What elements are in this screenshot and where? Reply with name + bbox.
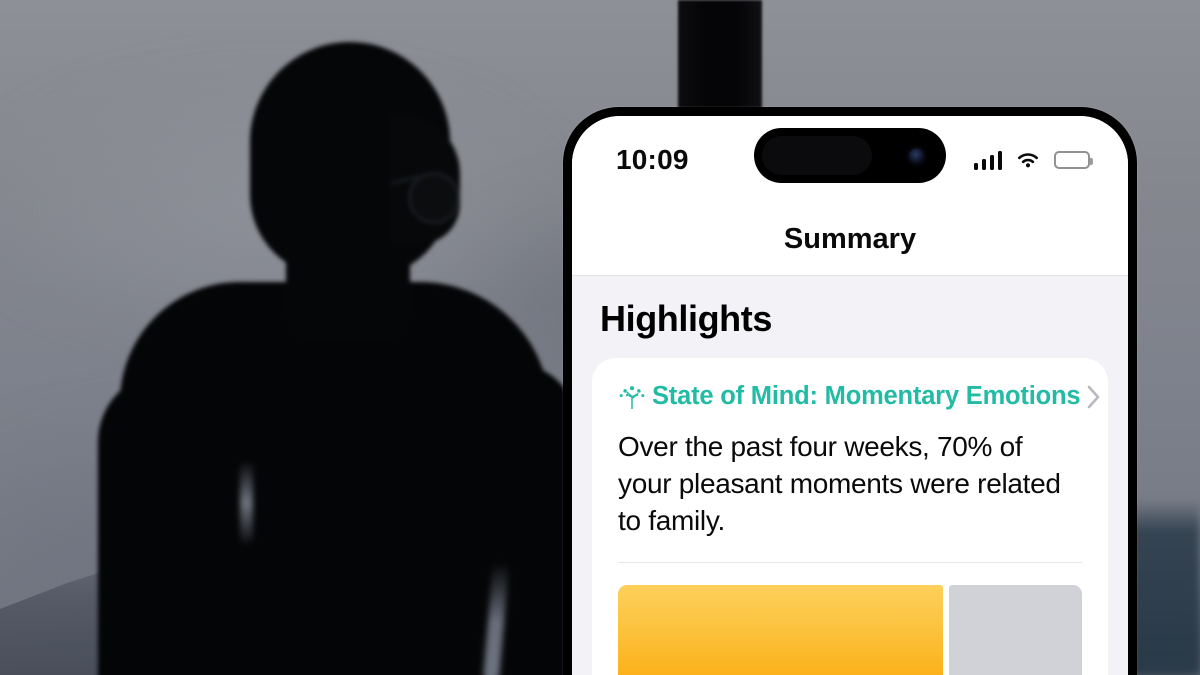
glasses-icon (408, 172, 460, 224)
iphone-frame: 10:09 Summary Highlights State of Mind: … (563, 107, 1137, 675)
silhouette-left-shoulder (98, 372, 248, 675)
chevron-right-icon[interactable] (1086, 383, 1102, 411)
dynamic-island[interactable] (754, 128, 946, 183)
front-camera-icon (909, 148, 924, 163)
status-bar-clock: 10:09 (616, 144, 689, 175)
highlight-card-state-of-mind[interactable]: State of Mind: Momentary Emotions Over t… (592, 358, 1108, 675)
highlight-card-body-text: Over the past four weeks, 70% of your pl… (618, 431, 1061, 536)
card-divider (618, 561, 1082, 563)
battery-full-icon (1054, 151, 1093, 169)
person-silhouette (90, 42, 580, 675)
summary-content: Highlights State of Mind: Momentary Emot… (572, 276, 1128, 675)
phone-screen: 10:09 Summary Highlights State of Mind: … (572, 116, 1128, 675)
state-of-mind-icon (619, 385, 645, 409)
section-title-highlights: Highlights (600, 298, 772, 339)
silhouette-left-arm-gap (240, 460, 253, 546)
nav-bar: Summary (572, 204, 1128, 276)
progress-bar-remaining-segment (948, 584, 1082, 675)
cellular-bars-icon (973, 150, 1002, 170)
dynamic-island-inner (762, 136, 872, 175)
wifi-icon (1018, 153, 1038, 168)
status-bar-indicators (973, 150, 1093, 170)
highlight-card-title: State of Mind: Momentary Emotions (652, 382, 1081, 410)
highlight-card-header[interactable]: State of Mind: Momentary Emotions (618, 378, 1100, 429)
dark-pole (678, 0, 762, 120)
progress-bar-chart (618, 584, 1082, 675)
page-title: Summary (783, 223, 917, 255)
progress-bar-filled-segment (618, 584, 943, 675)
status-bar: 10:09 (572, 116, 1128, 204)
